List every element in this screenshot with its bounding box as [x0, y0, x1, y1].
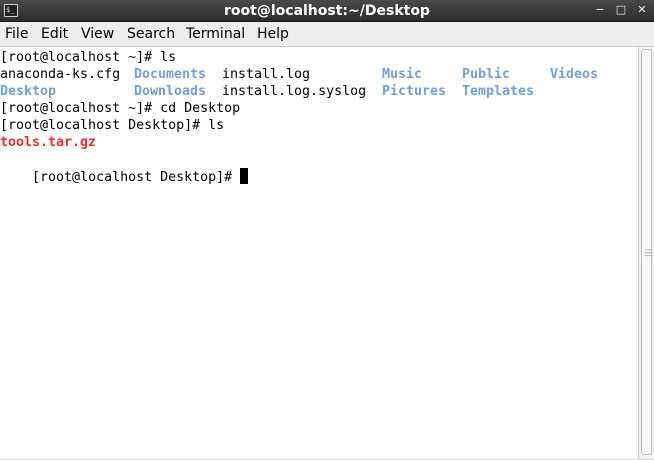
directory-entry: Videos — [550, 67, 599, 82]
menu-file[interactable]: File — [5, 22, 28, 47]
terminal-line: [root@localhost ~]# cd Desktop — [0, 101, 241, 116]
menu-edit[interactable]: Edit — [41, 22, 68, 47]
directory-entry: Music — [382, 67, 423, 82]
terminal-line: [root@localhost ~]# ls — [0, 50, 177, 65]
directory-entry: Documents — [134, 67, 207, 82]
file-entry: install.log — [222, 67, 311, 82]
minimize-button[interactable]: − — [593, 3, 607, 17]
maximize-button[interactable]: □ — [614, 3, 628, 17]
menu-help[interactable]: Help — [257, 22, 289, 47]
vertical-scrollbar[interactable]: — — — — [638, 47, 654, 459]
menu-search[interactable]: Search — [127, 22, 175, 47]
shell-prompt: [root@localhost Desktop]# — [32, 170, 233, 185]
grip-icon: — — — — [644, 245, 652, 260]
directory-entry: Templates — [462, 84, 535, 99]
file-entry: anaconda-ks.cfg — [0, 67, 121, 82]
window-titlebar[interactable]: $_ root@localhost:~/Desktop − □ ✕ — [0, 0, 654, 22]
window-title: root@localhost:~/Desktop — [224, 3, 430, 19]
directory-entry: Desktop — [0, 84, 57, 99]
ls-output-row: Desktop Downloads install.log.syslog Pic… — [0, 83, 638, 100]
close-button[interactable]: ✕ — [635, 3, 649, 17]
prompt-line[interactable]: [root@localhost Desktop]# — [0, 151, 249, 185]
text-cursor — [240, 168, 249, 184]
directory-entry: Downloads — [134, 84, 207, 99]
file-entry: install.log.syslog — [222, 84, 367, 99]
terminal-line: [root@localhost Desktop]# ls — [0, 118, 225, 133]
ls-output-row: anaconda-ks.cfg Documents install.log Mu… — [0, 66, 638, 83]
directory-entry: Public — [462, 67, 511, 82]
archive-entry: tools.tar.gz — [0, 135, 97, 150]
menu-view[interactable]: View — [81, 22, 114, 47]
scrollbar-thumb[interactable]: — — — — [641, 49, 652, 455]
menu-bar: File Edit View Search Terminal Help — [0, 22, 654, 47]
menu-terminal[interactable]: Terminal — [186, 22, 245, 47]
terminal-output[interactable]: [root@localhost ~]# ls anaconda-ks.cfg D… — [0, 47, 638, 459]
directory-entry: Pictures — [382, 84, 447, 99]
